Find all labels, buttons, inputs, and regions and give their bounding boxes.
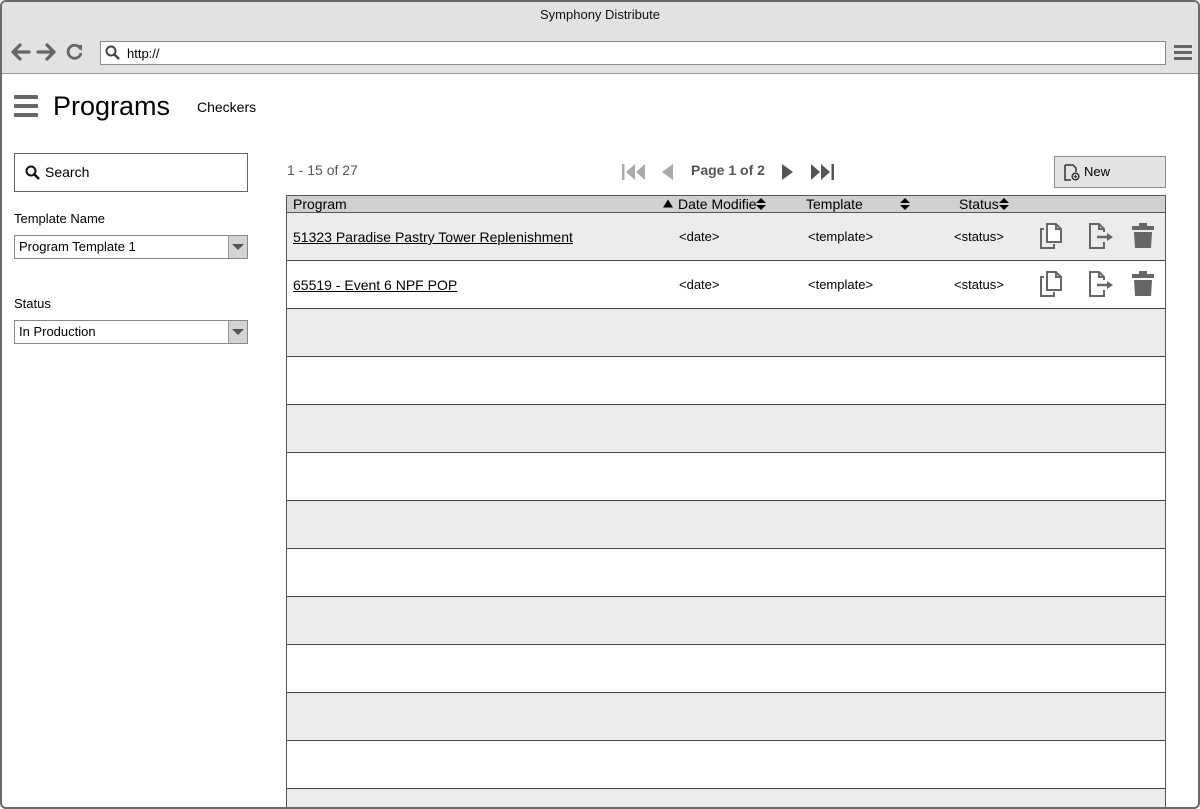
table-row[interactable]: 51323 Paradise Pastry Tower Replenishmen… [287, 213, 1165, 261]
table-row [287, 405, 1165, 453]
chevron-down-icon [232, 329, 244, 335]
table-row [287, 549, 1165, 597]
export-icon[interactable] [1088, 271, 1114, 297]
table-row [287, 741, 1165, 789]
address-bar: http:// [2, 32, 1198, 74]
column-header-program[interactable]: Program [293, 196, 347, 212]
url-text: http:// [127, 46, 160, 61]
results-range: 1 - 15 of 27 [287, 162, 358, 178]
reload-icon [66, 43, 83, 60]
next-page-icon [782, 164, 793, 180]
search-placeholder: Search [45, 164, 90, 180]
search-icon [25, 165, 40, 180]
page-title: Programs [53, 91, 171, 121]
checkers-link[interactable]: Checkers [197, 99, 256, 115]
trash-icon[interactable] [1132, 223, 1154, 249]
forward-button[interactable] [35, 41, 57, 63]
template-cell: <template> [808, 229, 874, 244]
sort-ascending-icon[interactable] [663, 199, 673, 208]
window-title: Symphony Distribute [540, 7, 660, 22]
sort-icon[interactable] [900, 198, 910, 210]
copy-icon[interactable] [1039, 223, 1063, 249]
arrow-right-icon [36, 43, 56, 61]
arrow-left-icon [11, 43, 31, 61]
status-label: Status [14, 296, 51, 311]
sort-icon[interactable] [756, 198, 766, 210]
table-row [287, 309, 1165, 357]
column-header-template[interactable]: Template [806, 196, 863, 212]
export-icon[interactable] [1088, 223, 1114, 249]
date-cell: <date> [679, 277, 720, 292]
template-name-select[interactable]: Program Template 1 [14, 235, 248, 259]
page-indicator: Page 1 of 2 [691, 162, 765, 178]
table-row [287, 789, 1165, 807]
previous-page-button[interactable] [660, 162, 674, 182]
reload-button[interactable] [64, 41, 86, 63]
app-menu-button[interactable] [14, 95, 38, 122]
status-value: In Production [19, 324, 96, 339]
hamburger-menu-icon [1174, 45, 1192, 60]
new-button-label: New [1084, 164, 1111, 179]
new-document-icon [1064, 164, 1080, 181]
sort-icon[interactable] [999, 198, 1009, 210]
column-header-status[interactable]: Status [959, 196, 999, 212]
programs-table: Program Date Modifie Template Status 513… [286, 195, 1166, 807]
table-row [287, 693, 1165, 741]
new-button[interactable]: New [1054, 156, 1166, 188]
program-link[interactable]: 65519 - Event 6 NPF POP [293, 277, 457, 293]
table-row [287, 645, 1165, 693]
hamburger-menu-icon [14, 95, 38, 117]
template-name-label: Template Name [14, 211, 106, 226]
column-header-date-modified[interactable]: Date Modifie [678, 196, 757, 212]
template-name-value: Program Template 1 [19, 239, 136, 254]
last-page-button[interactable] [810, 162, 835, 182]
status-select[interactable]: In Production [14, 320, 248, 344]
search-icon [105, 45, 120, 60]
chevron-down-icon [232, 244, 244, 250]
url-input[interactable]: http:// [100, 41, 1166, 65]
browser-window: Symphony Distribute http:// Programs Che… [0, 0, 1200, 809]
first-page-icon [622, 164, 645, 180]
window-titlebar: Symphony Distribute [2, 2, 1198, 32]
dropdown-button[interactable] [228, 321, 247, 343]
dropdown-button[interactable] [228, 236, 247, 258]
copy-icon[interactable] [1039, 271, 1063, 297]
previous-page-icon [662, 164, 673, 180]
table-row [287, 501, 1165, 549]
search-input[interactable]: Search [14, 153, 248, 192]
table-row [287, 453, 1165, 501]
program-link[interactable]: 51323 Paradise Pastry Tower Replenishmen… [293, 229, 573, 245]
trash-icon[interactable] [1132, 271, 1154, 297]
table-row [287, 597, 1165, 645]
first-page-button[interactable] [622, 162, 647, 182]
date-cell: <date> [679, 229, 720, 244]
browser-menu-button[interactable] [1174, 44, 1192, 65]
template-cell: <template> [808, 277, 874, 292]
table-row [287, 357, 1165, 405]
table-row[interactable]: 65519 - Event 6 NPF POP <date> <template… [287, 261, 1165, 309]
status-cell: <status> [954, 229, 1004, 244]
back-button[interactable] [10, 41, 32, 63]
last-page-icon [811, 164, 834, 180]
table-header: Program Date Modifie Template Status [287, 196, 1165, 213]
next-page-button[interactable] [781, 162, 795, 182]
status-cell: <status> [954, 277, 1004, 292]
